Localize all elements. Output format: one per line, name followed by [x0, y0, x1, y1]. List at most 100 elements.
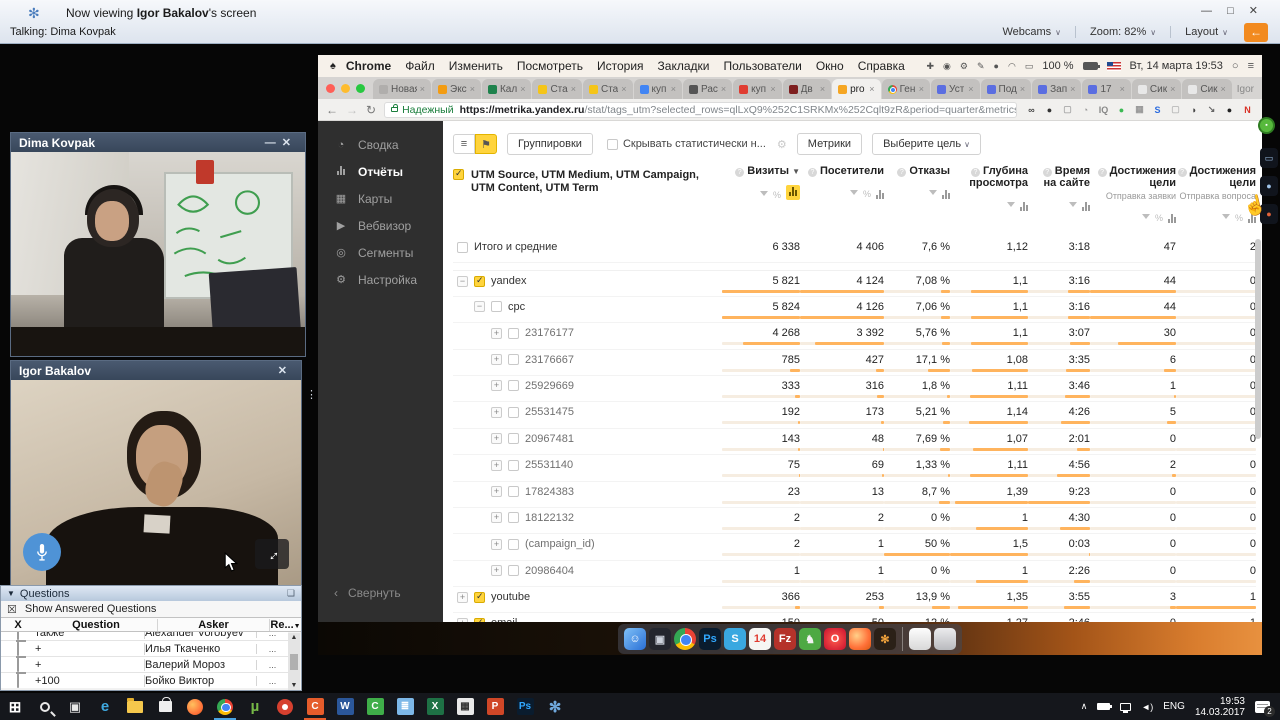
close-window-icon[interactable] — [326, 84, 335, 93]
tab-close-icon[interactable]: × — [1020, 84, 1025, 94]
start-button[interactable]: ⊞ — [0, 693, 30, 720]
browser-tab[interactable]: Сик× — [1132, 79, 1181, 99]
delete-icon[interactable] — [17, 632, 19, 640]
status-icon[interactable]: ✎ — [977, 61, 985, 72]
table-row[interactable]: +18122132220 %14:3000 — [453, 508, 1256, 534]
browser-tab[interactable]: Ста× — [583, 79, 633, 99]
hide-panel-button[interactable]: ← — [1244, 23, 1268, 42]
window-controls[interactable]: — □ ✕ — [1201, 4, 1264, 17]
clock[interactable]: 19:5314.03.2017 — [1195, 696, 1245, 718]
row-checkbox[interactable] — [508, 433, 519, 444]
question-row[interactable]: такжеAlexander Vorobyev... — [1, 632, 288, 641]
settings-flower-icon[interactable]: ✻ — [874, 628, 896, 650]
chrome-icon[interactable] — [674, 628, 696, 650]
forward-icon[interactable]: → — [346, 103, 358, 117]
row-label[interactable]: Итого и средние — [474, 241, 557, 253]
filter-icon[interactable] — [1069, 202, 1077, 211]
filter-icon[interactable] — [1007, 202, 1015, 211]
chart-icon[interactable] — [942, 190, 950, 199]
row-label[interactable]: 23176667 — [525, 354, 574, 366]
table-scrollbar[interactable] — [1255, 239, 1261, 439]
sidebar-collapse-button[interactable]: ‹Свернуть — [334, 586, 401, 600]
collapse-icon[interactable]: − — [457, 276, 468, 287]
green-c-icon[interactable]: C — [360, 693, 390, 720]
groupings-button[interactable]: Группировки — [507, 133, 593, 155]
dark-app-icon[interactable]: ▣ — [649, 628, 671, 650]
url-field[interactable]: Надежный https://metrika.yandex.ru /stat… — [384, 102, 1017, 118]
powerpoint-icon[interactable]: P — [480, 693, 510, 720]
utorrent-icon[interactable]: µ — [240, 693, 270, 720]
metrics-button[interactable]: Метрики — [797, 133, 862, 155]
row-label[interactable]: 25531140 — [525, 459, 573, 471]
filezilla-icon[interactable]: Fz — [774, 628, 796, 650]
gear-icon[interactable]: ⚙ — [777, 138, 787, 151]
table-row[interactable]: +email1505012 %1,272:4601 — [453, 613, 1256, 622]
file-explorer-icon[interactable] — [120, 693, 150, 720]
firefox-icon[interactable] — [849, 628, 871, 650]
photoshop-icon[interactable]: Ps — [699, 628, 721, 650]
delete-icon[interactable] — [17, 642, 19, 656]
delete-icon[interactable] — [17, 658, 19, 672]
mac-menu-item[interactable]: Файл — [405, 59, 435, 73]
table-row[interactable]: +259296693333161,8 %1,113:4610 — [453, 376, 1256, 402]
extension-icon[interactable]: IQ — [1097, 105, 1110, 115]
extension-icon[interactable]: ◔ — [1079, 105, 1092, 115]
more-button[interactable]: ... — [256, 676, 288, 686]
filter-icon[interactable] — [1222, 214, 1230, 223]
mac-menu-item[interactable]: Изменить — [449, 59, 503, 73]
expand-icon[interactable]: + — [491, 539, 502, 550]
volume-icon[interactable]: ◄) — [1141, 702, 1153, 712]
browser-tab[interactable]: Зап× — [1032, 79, 1081, 99]
network-icon[interactable] — [1120, 703, 1131, 711]
table-row[interactable]: +1782438323138,7 %1,399:2300 — [453, 482, 1256, 508]
browser-tab[interactable]: Под× — [981, 79, 1032, 99]
apple-menu-icon[interactable]: ♠ — [330, 60, 336, 72]
extension-icon[interactable]: ▢ — [1061, 104, 1074, 115]
close-icon[interactable]: ✕ — [278, 365, 293, 377]
row-checkbox[interactable] — [508, 380, 519, 391]
row-label[interactable]: (campaign_id) — [525, 538, 595, 550]
mac-menu-item[interactable]: Справка — [858, 59, 905, 73]
expand-icon[interactable]: + — [457, 592, 468, 603]
blue-doc-icon[interactable]: ≣ — [390, 693, 420, 720]
minimized-window-icon[interactable] — [909, 628, 931, 650]
minimize-icon[interactable]: — — [265, 137, 282, 149]
gotowebinar-icon[interactable]: ✻ — [540, 693, 570, 720]
wifi-icon[interactable]: ◠ — [1008, 61, 1016, 72]
more-button[interactable]: ... — [256, 644, 288, 654]
sidebar-item-отчёты[interactable]: Отчёты — [318, 158, 443, 185]
mac-menu-item[interactable]: История — [597, 59, 644, 73]
tree-view-toggle[interactable]: ⚑ — [475, 134, 497, 154]
chrome-icon[interactable] — [210, 693, 240, 720]
chart-icon[interactable] — [1020, 202, 1028, 211]
search-button[interactable] — [30, 693, 60, 720]
column-header[interactable]: ? Посетители% — [800, 165, 884, 223]
browser-tab[interactable]: Ста× — [532, 79, 582, 99]
percent-icon[interactable]: % — [863, 189, 871, 199]
expand-icon[interactable]: + — [491, 565, 502, 576]
filter-icon[interactable] — [850, 190, 858, 199]
row-checkbox[interactable] — [474, 592, 485, 603]
row-checkbox[interactable] — [508, 328, 519, 339]
filter-icon[interactable] — [760, 191, 768, 200]
expand-icon[interactable]: + — [491, 433, 502, 444]
table-row[interactable]: +20986404110 %12:2600 — [453, 561, 1256, 587]
tab-close-icon[interactable]: × — [721, 84, 726, 94]
select-all-checkbox[interactable] — [453, 169, 464, 180]
scroll-down-icon[interactable]: ▼ — [291, 682, 298, 689]
expand-icon[interactable]: + — [491, 328, 502, 339]
row-label[interactable]: cpc — [508, 301, 525, 313]
table-row[interactable]: +20967481143487,69 %1,072:0100 — [453, 429, 1256, 455]
extension-icon[interactable]: ▢ — [1169, 104, 1182, 115]
browser-tab[interactable]: Уст× — [931, 79, 979, 99]
word-icon[interactable]: W — [330, 693, 360, 720]
row-checkbox[interactable] — [508, 565, 519, 576]
extension-icon[interactable]: N — [1241, 105, 1254, 115]
table-row[interactable]: −cpc5 8244 1267,06 %1,13:16440 — [453, 297, 1256, 323]
screen-share-icon[interactable]: ▭ — [1260, 148, 1278, 168]
row-checkbox[interactable] — [491, 301, 502, 312]
expand-icon[interactable]: + — [491, 354, 502, 365]
extension-icon[interactable]: ● — [1043, 105, 1056, 115]
tab-close-icon[interactable]: × — [869, 84, 874, 94]
close-icon[interactable]: ✕ — [282, 137, 297, 149]
